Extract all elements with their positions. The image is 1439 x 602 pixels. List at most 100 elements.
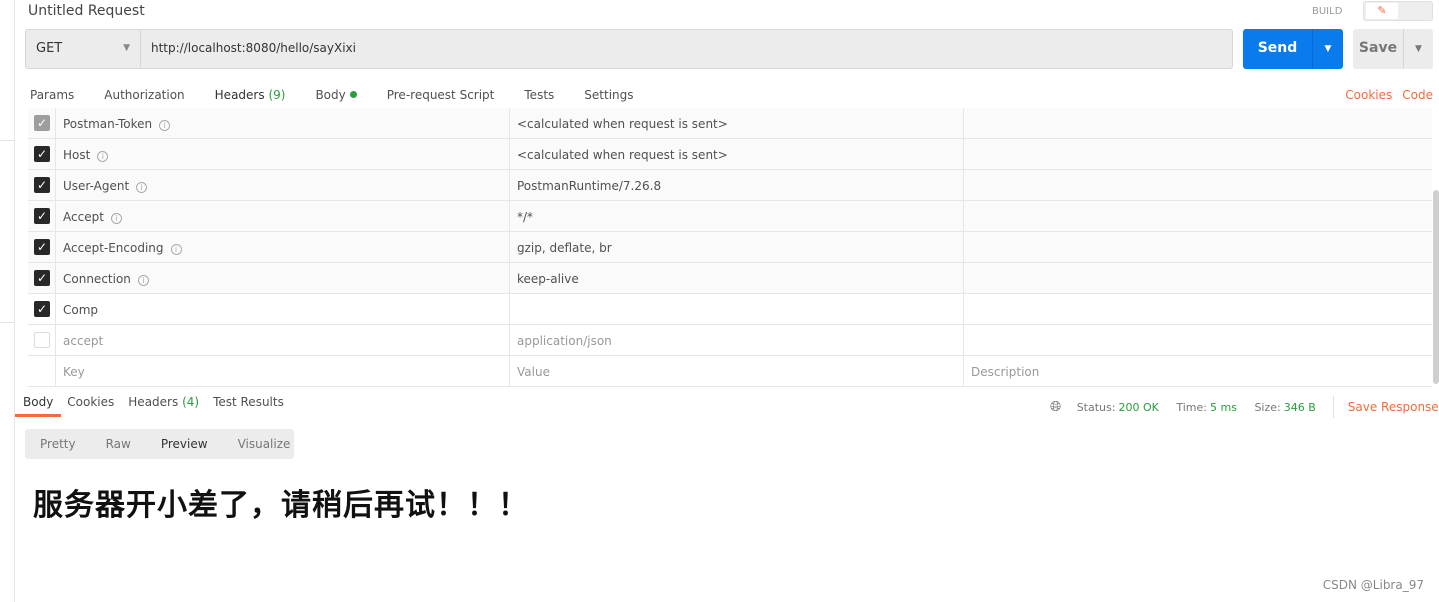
header-key[interactable]: Accept-Encoding i	[56, 232, 510, 263]
status-value: 200 OK	[1118, 401, 1159, 414]
info-icon[interactable]: i	[136, 182, 148, 193]
response-body: 服务器开小差了，请稍后再试！！！	[33, 488, 529, 523]
response-tab-body[interactable]: Body	[14, 395, 62, 417]
header-key[interactable]: Host i	[56, 139, 510, 170]
checkbox[interactable]: ✓	[34, 146, 50, 162]
header-key[interactable]: accept	[56, 325, 510, 356]
tab-tests[interactable]: Tests	[524, 88, 554, 110]
globe-icon[interactable]: 🌐︎	[1050, 399, 1061, 415]
tab-authorization[interactable]: Authorization	[104, 88, 184, 110]
header-value[interactable]: PostmanRuntime/7.26.8	[510, 170, 964, 201]
key-text: Comp	[63, 303, 99, 317]
mode-toggle[interactable]: ✎	[1363, 1, 1433, 21]
view-pretty[interactable]: Pretty	[25, 429, 91, 459]
header-description[interactable]	[964, 232, 1432, 263]
description-input[interactable]: Description	[964, 356, 1432, 387]
info-icon[interactable]: i	[137, 275, 149, 286]
tab-label: Test Results	[213, 395, 284, 409]
header-key[interactable]: Postman-Token i	[56, 108, 510, 139]
method-value: GET	[36, 41, 63, 56]
save-options-chevron-icon[interactable]: ▼	[1403, 29, 1433, 69]
info-icon[interactable]: i	[159, 120, 171, 131]
key-text: Connection	[63, 272, 131, 286]
key-input[interactable]: Key	[56, 356, 510, 387]
tab-body[interactable]: Body	[315, 88, 357, 110]
header-key[interactable]: Comp	[56, 294, 510, 325]
view-raw[interactable]: Raw	[91, 429, 146, 459]
tab-settings[interactable]: Settings	[584, 88, 633, 110]
header-description[interactable]	[964, 170, 1432, 201]
scrollbar[interactable]	[1433, 108, 1439, 388]
method-select[interactable]: GET ▼	[26, 30, 141, 68]
header-value[interactable]: <calculated when request is sent>	[510, 139, 964, 170]
tab-label: Authorization	[104, 88, 185, 102]
response-meta: 🌐︎ Status: 200 OK Time: 5 ms Size: 346 B Sa…	[1050, 396, 1439, 418]
tab-label: Params	[30, 88, 75, 102]
view-visualize[interactable]: Visualize	[223, 429, 306, 459]
new-header-row: Key Value Description	[28, 356, 1432, 387]
key-text: Accept	[63, 210, 104, 224]
header-value[interactable]: */*	[510, 201, 964, 232]
checkbox[interactable]: ✓	[34, 301, 50, 317]
header-key[interactable]: Accept i	[56, 201, 510, 232]
table-row: ✓ User-Agent i PostmanRuntime/7.26.8	[28, 170, 1432, 201]
cookies-link[interactable]: Cookies	[1345, 88, 1392, 102]
checkbox[interactable]: ✓	[34, 270, 50, 286]
code-link[interactable]: Code	[1402, 88, 1433, 102]
url-input[interactable]: http://localhost:8080/hello/sayXixi	[151, 41, 356, 55]
checkbox[interactable]: ✓	[34, 115, 50, 131]
divider	[1333, 396, 1335, 418]
key-text: accept	[63, 334, 104, 348]
response-tab-headers[interactable]: Headers (4)	[128, 395, 199, 417]
header-value[interactable]: keep-alive	[510, 263, 964, 294]
request-tabs: Params Authorization Headers (9) Body Pre-re…	[30, 88, 664, 111]
time-label: Time:	[1176, 401, 1207, 414]
key-text: Postman-Token	[63, 117, 153, 131]
sidebar-edge	[0, 0, 15, 602]
request-links: Cookies Code	[1335, 88, 1433, 102]
status-label: Status:	[1076, 401, 1116, 414]
checkbox[interactable]: ✓	[34, 208, 50, 224]
header-description[interactable]	[964, 201, 1432, 232]
tab-pre-request-script[interactable]: Pre-request Script	[387, 88, 495, 110]
checkbox[interactable]	[34, 332, 50, 348]
header-value[interactable]: gzip, deflate, br	[510, 232, 964, 263]
header-key[interactable]: User-Agent i	[56, 170, 510, 201]
tab-count: (9)	[268, 88, 286, 102]
info-icon[interactable]: i	[110, 213, 122, 224]
header-value[interactable]: <calculated when request is sent>	[510, 108, 964, 139]
send-options-chevron-icon[interactable]: ▼	[1312, 29, 1343, 69]
header-description[interactable]	[964, 108, 1432, 139]
view-preview[interactable]: Preview	[146, 429, 223, 459]
header-value[interactable]: application/json	[510, 325, 964, 356]
watermark: CSDN @Libra_97	[1322, 578, 1424, 592]
tab-label: Cookies	[67, 395, 115, 409]
key-text: Accept-Encoding	[63, 241, 164, 255]
tab-headers[interactable]: Headers (9)	[199, 88, 305, 111]
response-tab-test-results[interactable]: Test Results	[213, 395, 284, 417]
send-button[interactable]: Send ▼	[1243, 29, 1343, 69]
header-description[interactable]	[964, 325, 1432, 356]
header-value[interactable]	[510, 294, 964, 325]
table-row: ✓ Accept i */*	[28, 201, 1432, 232]
info-icon[interactable]: i	[97, 151, 109, 162]
request-title: Untitled Request	[28, 3, 145, 19]
checkbox[interactable]: ✓	[34, 239, 50, 255]
value-input[interactable]: Value	[510, 356, 964, 387]
save-button[interactable]: Save ▼	[1353, 29, 1433, 69]
checkbox[interactable]: ✓	[34, 177, 50, 193]
key-text: User-Agent	[63, 179, 130, 193]
info-icon[interactable]: i	[170, 244, 182, 255]
response-tab-cookies[interactable]: Cookies	[67, 395, 114, 417]
tab-label: Pre-request Script	[386, 88, 495, 102]
size-value: 346 B	[1283, 401, 1316, 414]
header-description[interactable]	[964, 139, 1432, 170]
save-response-button[interactable]: Save Response ▼	[1348, 400, 1439, 414]
tab-params[interactable]: Params	[30, 88, 74, 110]
table-row: ✓ Connection i keep-alive	[28, 263, 1432, 294]
pencil-icon[interactable]: ✎	[1366, 3, 1398, 19]
header-key[interactable]: Connection i	[56, 263, 510, 294]
table-row: ✓ Postman-Token i <calculated when reques…	[28, 108, 1432, 139]
header-description[interactable]	[964, 263, 1432, 294]
header-description[interactable]	[964, 294, 1432, 325]
